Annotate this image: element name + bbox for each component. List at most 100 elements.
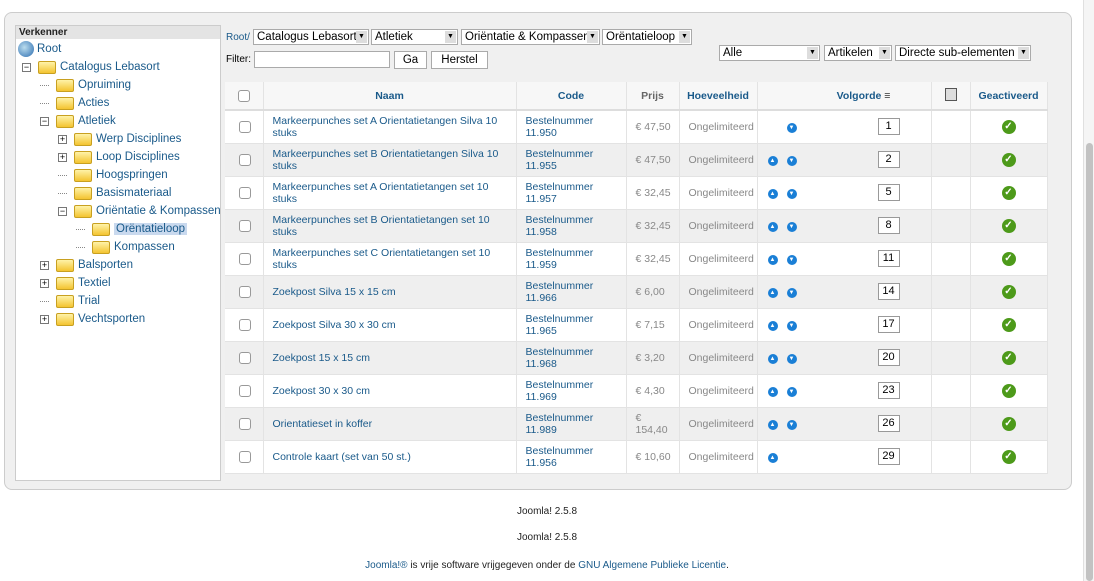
row-checkbox[interactable] — [239, 219, 252, 232]
row-checkbox[interactable] — [239, 351, 252, 364]
scrollbar[interactable] — [1083, 0, 1094, 581]
order-input[interactable]: 2 — [877, 151, 900, 168]
tree-node-label[interactable]: Basismateriaal — [96, 187, 171, 199]
published-check-icon[interactable]: ✓ — [1001, 449, 1016, 464]
order-input[interactable]: 23 — [877, 382, 900, 399]
move-up-icon[interactable]: ▲ — [767, 222, 778, 232]
product-code-link[interactable]: Bestelnummer 11.989 — [526, 412, 594, 436]
sort-name[interactable]: Naam — [375, 90, 404, 102]
row-checkbox[interactable] — [239, 318, 252, 331]
product-code-link[interactable]: Bestelnummer 11.958 — [526, 214, 594, 238]
product-name-link[interactable]: Markeerpunches set C Orientatietangen se… — [273, 247, 491, 271]
row-checkbox[interactable] — [239, 285, 252, 298]
tree-node-label[interactable]: Werp Disciplines — [96, 133, 181, 145]
move-up-icon[interactable]: ▲ — [767, 255, 778, 265]
tree-node[interactable]: Basismateriaal — [58, 184, 171, 202]
save-order-icon[interactable] — [944, 87, 957, 101]
move-down-icon[interactable]: ▼ — [786, 222, 797, 232]
tree-node-label[interactable]: Kompassen — [114, 241, 175, 253]
expand-icon[interactable]: + — [40, 314, 49, 324]
tree-node[interactable]: + Textiel — [40, 274, 111, 292]
sort-quantity[interactable]: Hoeveelheid — [687, 90, 749, 102]
tree-node[interactable]: Opruiming — [40, 76, 131, 94]
product-name-link[interactable]: Zoekpost Silva 30 x 30 cm — [273, 319, 396, 331]
product-name-link[interactable]: Zoekpost Silva 15 x 15 cm — [273, 286, 396, 298]
product-name-link[interactable]: Markeerpunches set B Orientatietangen Si… — [273, 148, 499, 172]
move-down-icon[interactable]: ▼ — [786, 156, 797, 166]
breadcrumb-select-2[interactable]: Atletiek ▼ — [371, 29, 458, 45]
row-checkbox[interactable] — [239, 450, 252, 463]
row-checkbox[interactable] — [239, 417, 252, 430]
type-select[interactable]: Artikelen ▼ — [824, 45, 892, 61]
order-input[interactable]: 26 — [877, 415, 900, 432]
order-input[interactable]: 29 — [877, 448, 900, 465]
sort-order[interactable]: Volgorde — [837, 90, 882, 102]
published-check-icon[interactable]: ✓ — [1001, 251, 1016, 266]
published-check-icon[interactable]: ✓ — [1001, 284, 1016, 299]
tree-root-label[interactable]: Root — [37, 43, 61, 55]
select-all-checkbox[interactable] — [237, 89, 250, 102]
collapse-icon[interactable]: − — [22, 62, 31, 72]
move-down-icon[interactable]: ▼ — [786, 420, 797, 430]
order-input[interactable]: 20 — [877, 349, 900, 366]
filter-input[interactable] — [254, 51, 390, 68]
move-down-icon[interactable]: ▼ — [786, 255, 797, 265]
tree-node[interactable]: + Werp Disciplines — [58, 130, 181, 148]
tree-node-label[interactable]: Vechtsporten — [78, 313, 145, 325]
tree-node-label[interactable]: Trial — [78, 295, 100, 307]
move-down-icon[interactable]: ▼ — [786, 288, 797, 298]
sort-active[interactable]: Geactiveerd — [978, 90, 1038, 102]
product-code-link[interactable]: Bestelnummer 11.959 — [526, 247, 594, 271]
move-down-icon[interactable]: ▼ — [786, 123, 797, 134]
row-checkbox[interactable] — [239, 384, 252, 397]
license-link[interactable]: GNU Algemene Publieke Licentie — [578, 560, 726, 571]
collapse-icon[interactable]: − — [58, 206, 67, 216]
row-checkbox[interactable] — [239, 153, 252, 166]
sort-code[interactable]: Code — [558, 90, 584, 102]
order-input[interactable]: 14 — [877, 283, 900, 300]
product-name-link[interactable]: Controle kaart (set van 50 st.) — [273, 451, 411, 463]
product-code-link[interactable]: Bestelnummer 11.956 — [526, 445, 594, 469]
expand-icon[interactable]: + — [58, 134, 67, 144]
tree-node-label[interactable]: Loop Disciplines — [96, 151, 180, 163]
collapse-icon[interactable]: − — [40, 116, 49, 126]
move-up-icon[interactable]: ▲ — [767, 354, 778, 364]
tree-root[interactable]: Root — [18, 40, 61, 58]
move-up-icon[interactable]: ▲ — [767, 156, 778, 166]
breadcrumb-select-4[interactable]: Orëntatieloop ▼ — [602, 29, 692, 45]
move-up-icon[interactable]: ▲ — [767, 453, 778, 463]
product-code-link[interactable]: Bestelnummer 11.966 — [526, 280, 594, 304]
row-checkbox[interactable] — [239, 252, 252, 265]
order-input[interactable]: 17 — [877, 316, 900, 333]
move-up-icon[interactable]: ▲ — [767, 288, 778, 298]
breadcrumb-select-3[interactable]: Oriëntatie & Kompassen ▼ — [461, 29, 600, 45]
go-button[interactable]: Ga — [394, 51, 427, 69]
expand-icon[interactable]: + — [40, 278, 49, 288]
product-code-link[interactable]: Bestelnummer 11.957 — [526, 181, 594, 205]
product-name-link[interactable]: Orientatieset in koffer — [273, 418, 373, 430]
tree-node-label[interactable]: Textiel — [78, 277, 111, 289]
move-up-icon[interactable]: ▲ — [767, 189, 778, 199]
product-name-link[interactable]: Markeerpunches set B Orientatietangen se… — [273, 214, 490, 238]
published-check-icon[interactable]: ✓ — [1001, 416, 1016, 431]
move-up-icon[interactable]: ▲ — [767, 387, 778, 397]
breadcrumb-select-1[interactable]: Catalogus Lebasort ▼ — [253, 29, 369, 45]
tree-node-label[interactable]: Hoogspringen — [96, 169, 168, 181]
order-input[interactable]: 8 — [877, 217, 900, 234]
expand-icon[interactable]: + — [40, 260, 49, 270]
move-down-icon[interactable]: ▼ — [786, 354, 797, 364]
published-check-icon[interactable]: ✓ — [1001, 218, 1016, 233]
move-up-icon[interactable]: ▲ — [767, 321, 778, 331]
breadcrumb-root[interactable]: Root/ — [226, 32, 250, 43]
published-check-icon[interactable]: ✓ — [1001, 383, 1016, 398]
product-code-link[interactable]: Bestelnummer 11.955 — [526, 148, 594, 172]
published-check-icon[interactable]: ✓ — [1001, 350, 1016, 365]
published-check-icon[interactable]: ✓ — [1001, 119, 1016, 134]
order-input[interactable]: 1 — [877, 118, 900, 136]
order-input[interactable]: 11 — [877, 250, 900, 267]
product-code-link[interactable]: Bestelnummer 11.968 — [526, 346, 594, 370]
scope-select[interactable]: Directe sub-elementen ▼ — [895, 45, 1031, 61]
row-checkbox[interactable] — [239, 120, 252, 133]
tree-node-label[interactable]: Oriëntatie & Kompassen — [96, 205, 221, 217]
tree-node-label[interactable]: Acties — [78, 97, 109, 109]
